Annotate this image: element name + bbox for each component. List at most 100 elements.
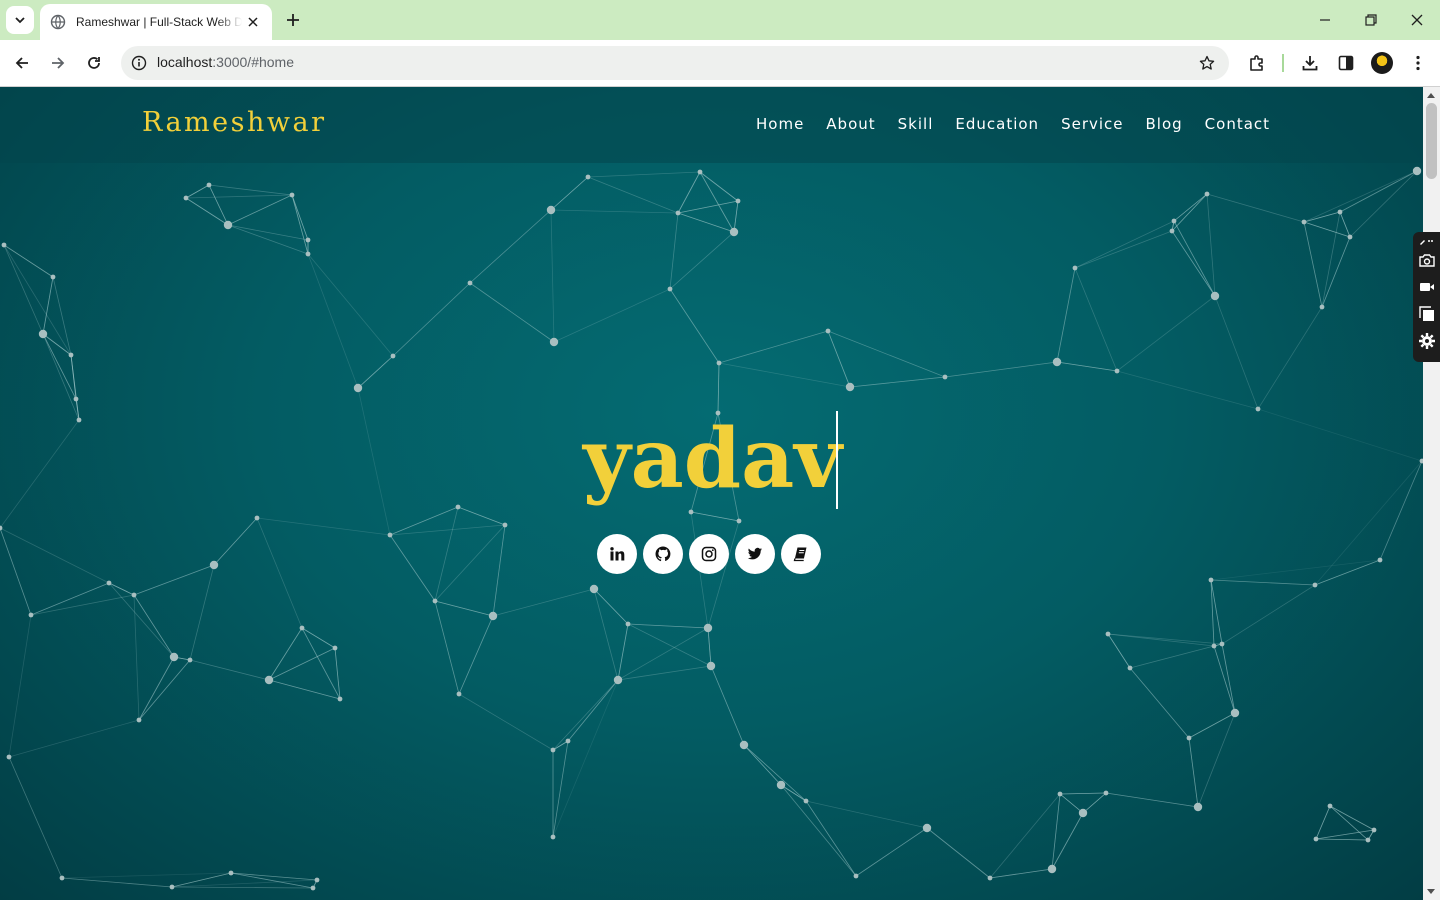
- twitter-link[interactable]: [735, 534, 775, 574]
- network-link: [552, 679, 619, 751]
- network-node: [1105, 631, 1111, 637]
- nav-contact[interactable]: Contact: [1205, 115, 1270, 133]
- network-node: [68, 352, 74, 358]
- github-link[interactable]: [643, 534, 683, 574]
- network-node: [38, 329, 48, 339]
- minimize-button[interactable]: [1302, 0, 1348, 40]
- nav-blog[interactable]: Blog: [1146, 115, 1183, 133]
- profile-avatar[interactable]: [1371, 52, 1393, 74]
- url-text[interactable]: localhost:3000/#home: [157, 54, 294, 70]
- network-node: [1337, 209, 1343, 215]
- network-node: [299, 625, 305, 631]
- network-node: [550, 834, 556, 840]
- nav-home[interactable]: Home: [756, 115, 804, 133]
- network-link: [1214, 295, 1259, 410]
- network-link: [3, 244, 44, 335]
- nav-education[interactable]: Education: [955, 115, 1039, 133]
- restore-button[interactable]: [1348, 0, 1394, 40]
- browser-tab[interactable]: Rameshwar | Full-Stack Web Developer: [40, 4, 272, 40]
- network-link: [552, 679, 619, 838]
- new-tab-button[interactable]: [281, 8, 305, 32]
- linkedin-link[interactable]: [597, 534, 637, 574]
- network-node: [73, 396, 79, 402]
- close-window-button[interactable]: [1394, 0, 1440, 40]
- network-node: [28, 612, 34, 618]
- network-link: [669, 212, 679, 290]
- social-links: [597, 534, 821, 574]
- address-bar[interactable]: localhost:3000/#home: [121, 46, 1229, 80]
- nav-about[interactable]: About: [826, 115, 875, 133]
- network-node: [1412, 166, 1422, 176]
- network-link: [690, 511, 740, 522]
- network-node: [1319, 304, 1325, 310]
- instagram-link[interactable]: [689, 534, 729, 574]
- network-link: [208, 184, 293, 196]
- network-link: [256, 517, 303, 629]
- network-link: [307, 253, 359, 389]
- camera-icon[interactable]: [1417, 250, 1437, 270]
- side-panel-button[interactable]: [1332, 49, 1360, 77]
- back-button[interactable]: [8, 49, 36, 77]
- network-link: [8, 719, 140, 758]
- site-info-icon[interactable]: [127, 51, 151, 75]
- site-logo[interactable]: Rameshwar: [142, 107, 327, 138]
- edit-more-icon[interactable]: [1417, 234, 1437, 248]
- network-link: [1314, 460, 1423, 586]
- network-node: [739, 740, 749, 750]
- reload-button[interactable]: [80, 49, 108, 77]
- network-node: [50, 274, 56, 280]
- network-link: [699, 171, 735, 233]
- network-node: [853, 873, 859, 879]
- network-node: [332, 645, 338, 651]
- network-link: [1315, 838, 1369, 841]
- network-node: [289, 192, 295, 198]
- window-capture-icon[interactable]: [1417, 304, 1437, 324]
- network-node: [987, 875, 993, 881]
- network-node: [467, 280, 473, 286]
- settings-gear-icon[interactable]: [1417, 331, 1437, 351]
- browser-toolbar: localhost:3000/#home: [0, 40, 1440, 87]
- tab-search-button[interactable]: [6, 6, 34, 34]
- network-link: [587, 171, 701, 178]
- network-node: [455, 504, 461, 510]
- network-link: [733, 200, 739, 233]
- network-node: [183, 195, 189, 201]
- network-node: [1301, 219, 1307, 225]
- network-link: [1349, 170, 1418, 238]
- page-scrollbar[interactable]: [1423, 87, 1440, 900]
- network-node: [697, 169, 703, 175]
- blog-link[interactable]: [781, 534, 821, 574]
- network-node: [1208, 577, 1214, 583]
- downloads-button[interactable]: [1296, 49, 1324, 77]
- network-node: [305, 251, 311, 257]
- network-link: [389, 534, 436, 602]
- bookmark-star-icon[interactable]: [1195, 51, 1219, 75]
- video-record-icon[interactable]: [1417, 277, 1437, 297]
- forward-button[interactable]: [44, 49, 72, 77]
- network-link: [677, 212, 735, 233]
- network-node: [432, 598, 438, 604]
- network-link: [1171, 193, 1208, 232]
- scroll-down-arrow-icon[interactable]: [1427, 889, 1435, 894]
- network-link: [42, 333, 77, 400]
- scroll-up-arrow-icon[interactable]: [1427, 93, 1435, 98]
- extensions-button[interactable]: [1243, 49, 1271, 77]
- network-node: [169, 652, 179, 662]
- nav-skill[interactable]: Skill: [898, 115, 934, 133]
- network-node: [1219, 641, 1225, 647]
- network-link: [743, 744, 782, 786]
- browser-menu-button[interactable]: [1404, 49, 1432, 77]
- close-icon: [1411, 14, 1423, 26]
- minimize-icon: [1320, 19, 1330, 21]
- network-link: [133, 594, 175, 658]
- network-link: [1303, 221, 1351, 238]
- nav-service[interactable]: Service: [1061, 115, 1123, 133]
- network-link: [989, 868, 1053, 879]
- tab-close-icon[interactable]: [244, 13, 262, 31]
- network-node: [206, 182, 212, 188]
- network-node: [228, 870, 234, 876]
- scrollbar-thumb[interactable]: [1426, 103, 1437, 179]
- network-node: [675, 210, 681, 216]
- network-link: [553, 288, 671, 343]
- network-link: [227, 224, 309, 255]
